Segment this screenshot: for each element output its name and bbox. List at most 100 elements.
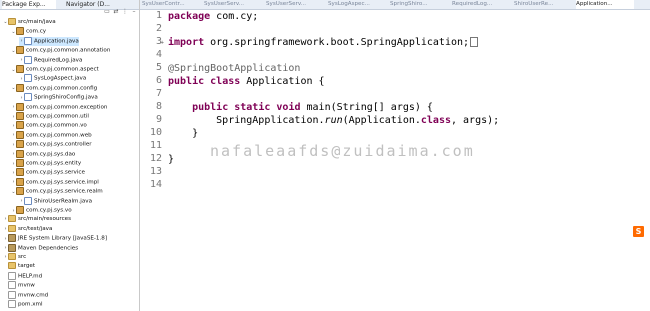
line-number: 14 [150, 179, 163, 190]
minimize-icon[interactable]: – [131, 9, 137, 15]
tree-item[interactable]: › com.cy.pj.common.util [11, 112, 89, 121]
tree-item-label: com.cy.pj.sys.service.impl [26, 179, 99, 186]
input-method-logo-icon: S [633, 226, 644, 237]
fold-expand-icon[interactable]: + [160, 40, 165, 46]
tree-item[interactable]: ⌄ src/main/java [3, 18, 56, 27]
package-icon [16, 102, 24, 111]
tree-item[interactable]: › ShiroUserRealm.java [19, 196, 93, 206]
tree-item[interactable]: mvnw.cmd [3, 290, 49, 300]
tree-item[interactable]: HELP.md [3, 271, 42, 281]
collapse-all-icon[interactable]: ▭ [104, 9, 110, 15]
package-icon [16, 65, 24, 73]
tree-item-label: ShiroUserRealm.java [34, 198, 93, 205]
line-number: 9 [155, 114, 162, 125]
tree-item-label: src [18, 254, 27, 260]
package-icon [16, 46, 24, 55]
tree-item[interactable]: › com.cy.pj.common.web [11, 130, 92, 140]
package-icon [16, 140, 24, 149]
java-file-icon [24, 55, 32, 64]
line-number: 5 [155, 62, 162, 73]
tree-item[interactable]: › com.cy.pj.common.vo [11, 121, 87, 130]
code-line: SpringApplication.run(Application.class,… [168, 115, 500, 126]
tree-item[interactable]: ⌄ com.cy.pj.sys.service.realm [11, 187, 103, 196]
tree-item-label: JRE System Library [JavaSE-1.8] [18, 235, 108, 242]
tree-item[interactable]: › com.cy.pj.sys.dao [11, 149, 75, 159]
editor-tab[interactable]: SysLogAspec... [328, 0, 386, 9]
tree-item[interactable]: › src/main/resources [3, 215, 71, 224]
folder-icon [8, 262, 16, 270]
tree-item-label: src/main/java [18, 19, 56, 25]
line-number: 10 [150, 127, 163, 138]
tree-item-label: com.cy [26, 28, 47, 35]
editor-tab[interactable]: SysUserServ... [266, 0, 324, 9]
tree-item-label: com.cy.pj.sys.controller [26, 141, 92, 148]
tree-item[interactable]: › RequiredLog.java [19, 55, 83, 65]
tree-item[interactable]: › com.cy.pj.sys.controller [11, 140, 92, 149]
tree-item[interactable]: › Application.java [19, 36, 79, 46]
tree-item-label: RequiredLog.java [34, 57, 83, 64]
code-line: } [168, 128, 199, 139]
tree-item-label: Maven Dependencies [18, 245, 79, 252]
tree-item-label: com.cy.pj.sys.entity [26, 160, 82, 167]
line-number: 12 [150, 153, 163, 164]
tree-item-label: Application.java [34, 38, 79, 45]
tree-item[interactable]: › com.cy.pj.sys.service.impl [11, 177, 99, 187]
line-number: 2 [155, 23, 162, 34]
tree-item[interactable]: ⌄ com.cy.pj.common.config [11, 83, 97, 93]
tree-item[interactable]: target [3, 262, 35, 271]
tree-item[interactable]: ⌄ com.cy.pj.common.annotation [11, 46, 110, 55]
line-number: 13 [150, 166, 163, 177]
tree-item[interactable]: › com.cy.pj.sys.entity [11, 159, 81, 168]
package-icon [16, 83, 24, 92]
link-with-editor-icon[interactable]: ⇄ [113, 9, 119, 15]
tree-item[interactable]: › com.cy.pj.common.exception [11, 102, 107, 112]
package-icon [16, 168, 24, 177]
tree-item[interactable]: › SpringShiroConfig.java [19, 93, 98, 102]
line-number: 1 [155, 10, 162, 21]
tree-item[interactable]: › src/test/java [3, 224, 53, 234]
java-file-icon [24, 196, 32, 205]
editor-tab[interactable]: SysUserContr... [142, 0, 200, 9]
code-line: package com.cy; [168, 11, 259, 22]
package-icon [16, 206, 24, 214]
package-icon [16, 149, 24, 158]
cursor-box-icon [470, 37, 479, 47]
view-menu-icon[interactable]: ⋮ [122, 9, 128, 15]
editor-tab[interactable]: ShiroUserRe... [514, 0, 572, 9]
package-explorer-tab-label: Package Exp... [2, 1, 46, 8]
file-icon [8, 271, 16, 280]
file-icon [8, 300, 16, 308]
code-line: @SpringBootApplication [168, 63, 301, 74]
tree-item-label: SpringShiroConfig.java [34, 94, 98, 101]
editor-tab[interactable]: RequiredLog... [452, 0, 510, 9]
tree-item-label: mvnw [18, 282, 35, 289]
tree-item[interactable]: › JRE System Library [JavaSE-1.8] [3, 234, 107, 243]
line-number: 6 [155, 75, 162, 86]
package-icon [16, 159, 24, 167]
tree-item[interactable]: › com.cy.pj.sys.vo [11, 206, 72, 215]
tree-item[interactable]: › Maven Dependencies [3, 243, 79, 253]
code-line: public static void main(String[] args) { [192, 102, 433, 113]
tree-item[interactable]: mvnw [3, 281, 35, 290]
java-file-icon [24, 74, 32, 83]
editor-tab[interactable]: SysUserServ... [204, 0, 262, 9]
library-icon [8, 243, 16, 252]
tree-item-label: mvnw.cmd [18, 292, 49, 299]
tree-item[interactable]: › src [3, 253, 26, 262]
package-icon [16, 177, 24, 186]
java-file-icon [24, 93, 32, 102]
tree-item[interactable]: › SysLogAspect.java [19, 74, 86, 83]
line-number: 7 [155, 88, 162, 99]
tree-item[interactable]: pom.xml [3, 300, 43, 309]
tree-item[interactable]: ⌄ com.cy.pj.common.aspect [11, 65, 99, 74]
tree-item[interactable]: ⌄ com.cy [11, 27, 46, 36]
package-explorer-panel: Package Exp... Navigator (D... ▭ ⇄ ⋮ – ⌄… [0, 0, 140, 311]
library-icon [8, 234, 16, 243]
tree-item-label: src/test/java [18, 225, 53, 232]
tab-package-explorer[interactable]: Package Exp... [2, 0, 56, 9]
tree-item[interactable]: › com.cy.pj.sys.service [11, 168, 85, 177]
editor-tab[interactable]: SpringShiro... [390, 0, 448, 9]
folder-icon [8, 253, 16, 260]
editor-tab[interactable]: Application... [576, 0, 634, 9]
line-number: 4 [155, 49, 162, 60]
